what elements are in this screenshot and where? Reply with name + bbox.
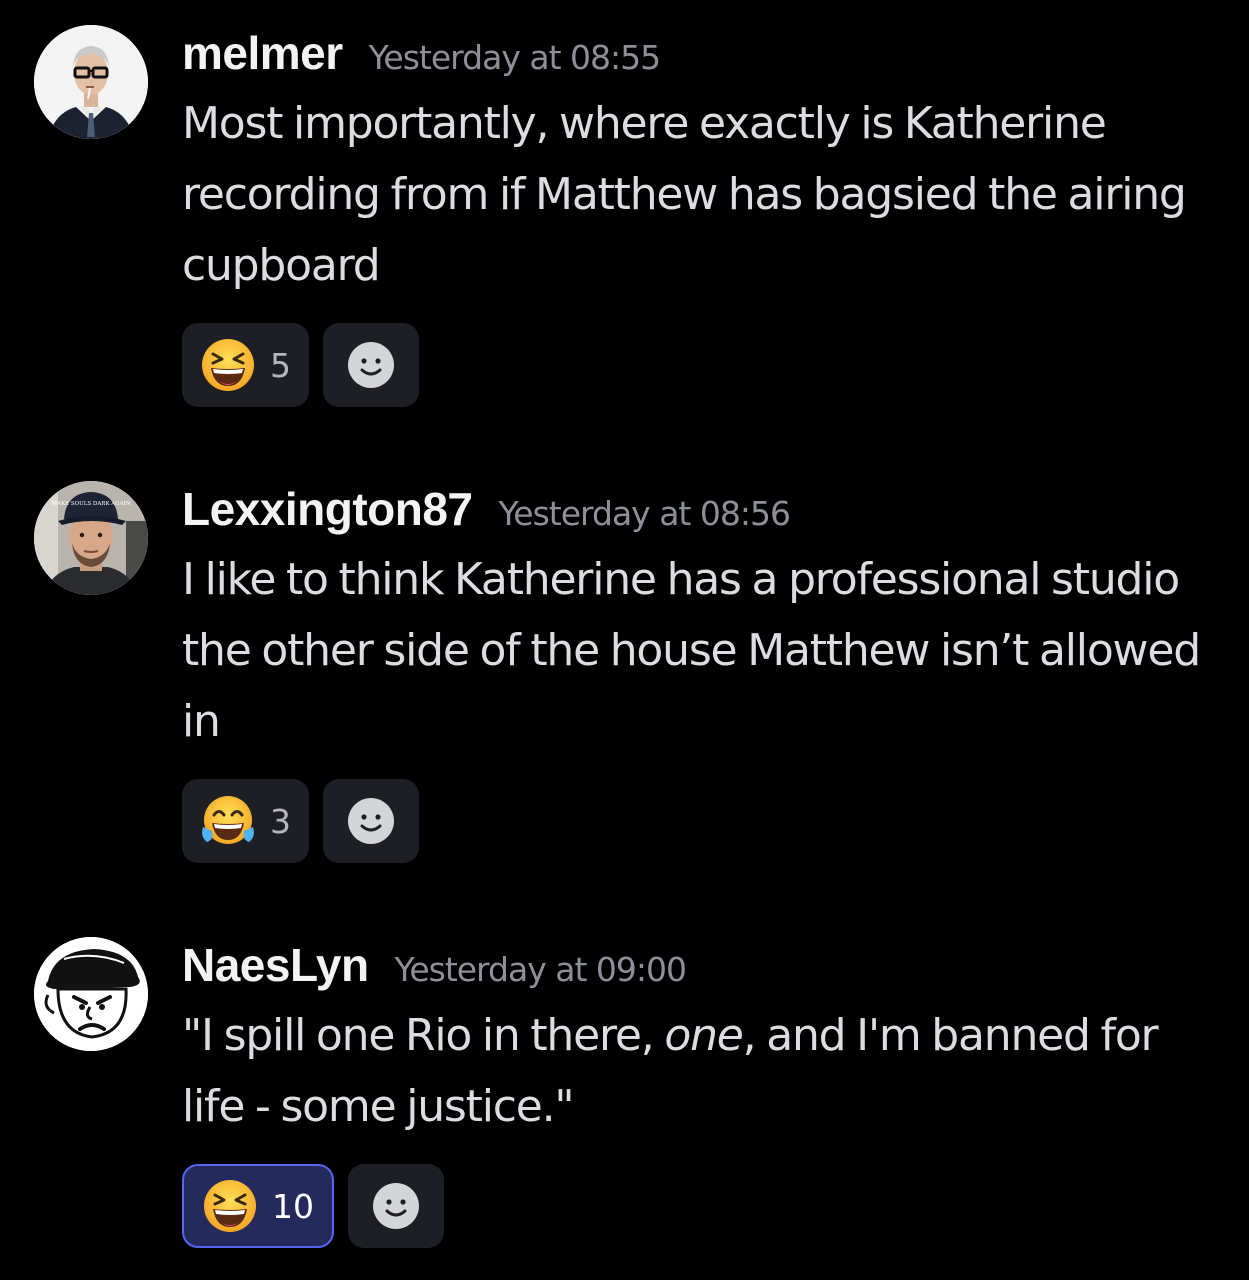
message-content: "I spill one Rio in there, one, and I'm …: [182, 1000, 1222, 1142]
username[interactable]: melmer: [182, 26, 343, 80]
smiley-add-icon: [348, 342, 394, 388]
username[interactable]: Lexxington87: [182, 482, 473, 536]
reaction-count: 5: [270, 345, 291, 385]
message-text-part: "I spill one Rio in there,: [182, 1010, 665, 1061]
reaction-tears-of-joy[interactable]: 3: [182, 779, 309, 863]
message-content: Most importantly, where exactly is Kathe…: [182, 98, 1187, 291]
add-reaction-button[interactable]: [323, 779, 419, 863]
username[interactable]: NaesLyn: [182, 938, 369, 992]
laughing-face-emoji: [204, 1180, 256, 1232]
smiley-add-icon: [348, 798, 394, 844]
timestamp: Yesterday at 08:56: [498, 494, 791, 533]
laughing-face-emoji: [202, 339, 254, 391]
cap-text: MAKE SOULS DARK AGAIN: [51, 501, 130, 507]
man-in-suit-glasses-avatar: [34, 25, 148, 139]
smiley-add-icon: [373, 1183, 419, 1229]
avatar[interactable]: [34, 937, 148, 1051]
man-in-cap-avatar: MAKE SOULS DARK AGAIN: [34, 481, 148, 595]
reactions: 10: [182, 1164, 444, 1248]
reaction-laughing[interactable]: 10: [182, 1164, 334, 1248]
timestamp: Yesterday at 08:55: [368, 38, 661, 77]
reaction-laughing[interactable]: 5: [182, 323, 309, 407]
message-text-emphasis: one: [664, 1010, 743, 1061]
avatar[interactable]: [34, 25, 148, 139]
cartoon-angry-boy-avatar: [34, 937, 148, 1051]
add-reaction-button[interactable]: [348, 1164, 444, 1248]
timestamp: Yesterday at 09:00: [394, 950, 687, 989]
reactions: 5: [182, 323, 419, 407]
reaction-count: 10: [272, 1186, 314, 1226]
avatar[interactable]: MAKE SOULS DARK AGAIN: [34, 481, 148, 595]
reactions: 3: [182, 779, 419, 863]
add-reaction-button[interactable]: [323, 323, 419, 407]
reaction-count: 3: [270, 801, 291, 841]
tears-of-joy-emoji: [202, 796, 254, 844]
message-content: I like to think Katherine has a professi…: [182, 554, 1201, 747]
